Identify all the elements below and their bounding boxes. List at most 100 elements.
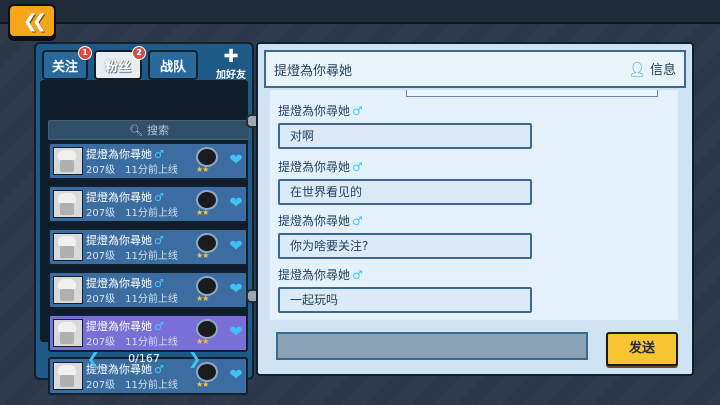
friend-status: 11分前上线 (125, 165, 178, 176)
tab-fans-badge: 2 (132, 46, 146, 60)
chat-title: 提燈為你尋她 (274, 64, 353, 79)
game-rank-icon (196, 319, 218, 339)
like-button[interactable]: ❤ (226, 237, 246, 255)
sender-name: 提燈為你尋她 (278, 214, 351, 228)
user-icon: 👤︎ (628, 62, 646, 78)
friend-row[interactable]: 提燈為你尋她 ♂ 207级 11分前上线 ★★ ❤ (48, 228, 248, 266)
message-sender: 提燈為你尋她 ♂ (278, 212, 532, 229)
double-chevron-left-icon: ❮❮ (22, 10, 47, 32)
search-icon: 🔍︎ (129, 123, 143, 137)
male-icon: ♂ (154, 191, 164, 204)
chat-message: 提燈為你尋她 ♂ 你为啥要关注? (278, 212, 532, 259)
male-icon: ♂ (352, 268, 363, 282)
male-icon: ♂ (352, 214, 363, 228)
like-button[interactable]: ❤ (226, 151, 246, 169)
friend-status: 11分前上线 (125, 380, 178, 391)
friend-name: 提燈為你尋她 (86, 148, 152, 161)
chat-message-area[interactable]: 提燈為你尋她 ♂ 对啊 提燈為你尋她 ♂ 在世界看见的 提燈為你尋她 ♂ 你为啥要关注… (270, 90, 678, 320)
friend-row[interactable]: 提燈為你尋她 ♂ 207级 11分前上线 ★★ ❤ (48, 185, 248, 223)
message-sender: 提燈為你尋她 ♂ (278, 102, 532, 119)
friend-level: 207级 (86, 294, 116, 305)
chevron-left-icon[interactable]: ❮ (87, 349, 100, 368)
avatar[interactable] (53, 147, 83, 175)
friend-status: 11分前上线 (125, 251, 178, 262)
male-icon: ♂ (154, 320, 164, 333)
sender-name: 提燈為你尋她 (278, 268, 351, 282)
friend-row[interactable]: 提燈為你尋她 ♂ 207级 11分前上线 ★★ ❤ (48, 142, 248, 180)
friend-meta: 207级 11分前上线 (86, 204, 178, 219)
game-rank-icon (196, 147, 218, 167)
friend-name: 提燈為你尋她 (86, 191, 152, 204)
chevron-right-icon[interactable]: ❯ (188, 349, 201, 368)
search-placeholder: 搜索 (146, 124, 169, 137)
chat-header: 提燈為你尋她 👤︎ 信息 (264, 50, 686, 88)
friend-name-line: 提燈為你尋她 ♂ (86, 318, 164, 334)
chat-input-row: 发送 (276, 332, 678, 366)
message-sender: 提燈為你尋她 ♂ (278, 266, 532, 283)
tab-team-label: 战队 (159, 59, 186, 75)
chat-message: 提燈為你尋她 ♂ 一起玩吗 (278, 266, 532, 313)
chat-panel: 提燈為你尋她 👤︎ 信息 提燈為你尋她 ♂ 对啊 提燈為你尋她 ♂ 在世界看见的 提… (256, 42, 694, 376)
like-button[interactable]: ❤ (226, 194, 246, 212)
tab-team[interactable]: 战队 (148, 50, 198, 80)
star-rating-icon: ★★ (196, 380, 209, 389)
message-bubble: 对啊 (278, 123, 532, 149)
tab-fans[interactable]: 粉丝 2 (94, 46, 146, 80)
chat-message: 提燈為你尋她 ♂ 对啊 (278, 102, 532, 149)
add-user-icon: ✚ (223, 46, 239, 67)
star-rating-icon: ★★ (196, 294, 209, 303)
friend-row[interactable]: 提燈為你尋她 ♂ 207级 11分前上线 ★★ ❤ (48, 271, 248, 309)
sender-name: 提燈為你尋她 (278, 160, 351, 174)
pager: ❮ 0/167 ❯ (40, 344, 248, 372)
chat-input[interactable] (276, 332, 588, 360)
tab-follow-label: 关注 (51, 59, 78, 75)
star-rating-icon: ★★ (196, 208, 209, 217)
message-bubble: 在世界看见的 (278, 179, 532, 205)
male-icon: ♂ (352, 104, 363, 118)
game-rank-icon (196, 276, 218, 296)
friend-level: 207级 (86, 208, 116, 219)
friend-level: 207级 (86, 165, 116, 176)
friend-meta: 207级 11分前上线 (86, 376, 178, 391)
friend-name-line: 提燈為你尋她 ♂ (86, 146, 164, 162)
friend-name: 提燈為你尋她 (86, 234, 152, 247)
avatar[interactable] (53, 190, 83, 218)
male-icon: ♂ (154, 234, 164, 247)
star-rating-icon: ★★ (196, 165, 209, 174)
tab-follow[interactable]: 关注 1 (42, 46, 92, 80)
avatar[interactable] (53, 233, 83, 261)
info-button[interactable]: 👤︎ 信息 (628, 59, 676, 78)
like-button[interactable]: ❤ (226, 323, 246, 341)
friend-meta: 207级 11分前上线 (86, 247, 178, 262)
avatar[interactable] (53, 276, 83, 304)
send-button[interactable]: 发送 (606, 332, 678, 366)
game-rank-icon (196, 190, 218, 210)
friend-status: 11分前上线 (125, 208, 178, 219)
like-button[interactable]: ❤ (226, 280, 246, 298)
male-icon: ♂ (154, 277, 164, 290)
avatar[interactable] (53, 319, 83, 347)
add-friend-button[interactable]: ✚ 加好友 (214, 46, 248, 82)
info-label: 信息 (649, 63, 676, 78)
friend-meta: 207级 11分前上线 (86, 290, 178, 305)
friend-list-container: 🔍︎ 搜索 提燈為你尋她♂ 207级11分前上线 ★★ ❤ 提燈為你尋她♂ (40, 80, 250, 395)
message-sender: 提燈為你尋她 ♂ (278, 158, 532, 175)
friend-name: 提燈為你尋她 (86, 320, 152, 333)
friend-status: 11分前上线 (125, 294, 178, 305)
male-icon: ♂ (352, 160, 363, 174)
search-input[interactable]: 🔍︎ 搜索 (48, 120, 250, 140)
friend-level: 207级 (86, 380, 116, 391)
chat-message: 提燈為你尋她 ♂ 在世界看见的 (278, 158, 532, 205)
star-rating-icon: ★★ (196, 251, 209, 260)
back-button[interactable]: ❮❮ (8, 4, 56, 38)
game-rank-icon (196, 233, 218, 253)
friend-name-line: 提燈為你尋她 ♂ (86, 232, 164, 248)
tab-fans-label: 粉丝 (104, 59, 131, 75)
friend-name: 提燈為你尋她 (86, 277, 152, 290)
friend-meta: 207级 11分前上线 (86, 161, 178, 176)
friend-level: 207级 (86, 251, 116, 262)
message-bubble: 你为啥要关注? (278, 233, 532, 259)
friend-name-line: 提燈為你尋她 ♂ (86, 189, 164, 205)
page-indicator: 0/167 (128, 351, 160, 365)
friend-name-line: 提燈為你尋她 ♂ (86, 275, 164, 291)
